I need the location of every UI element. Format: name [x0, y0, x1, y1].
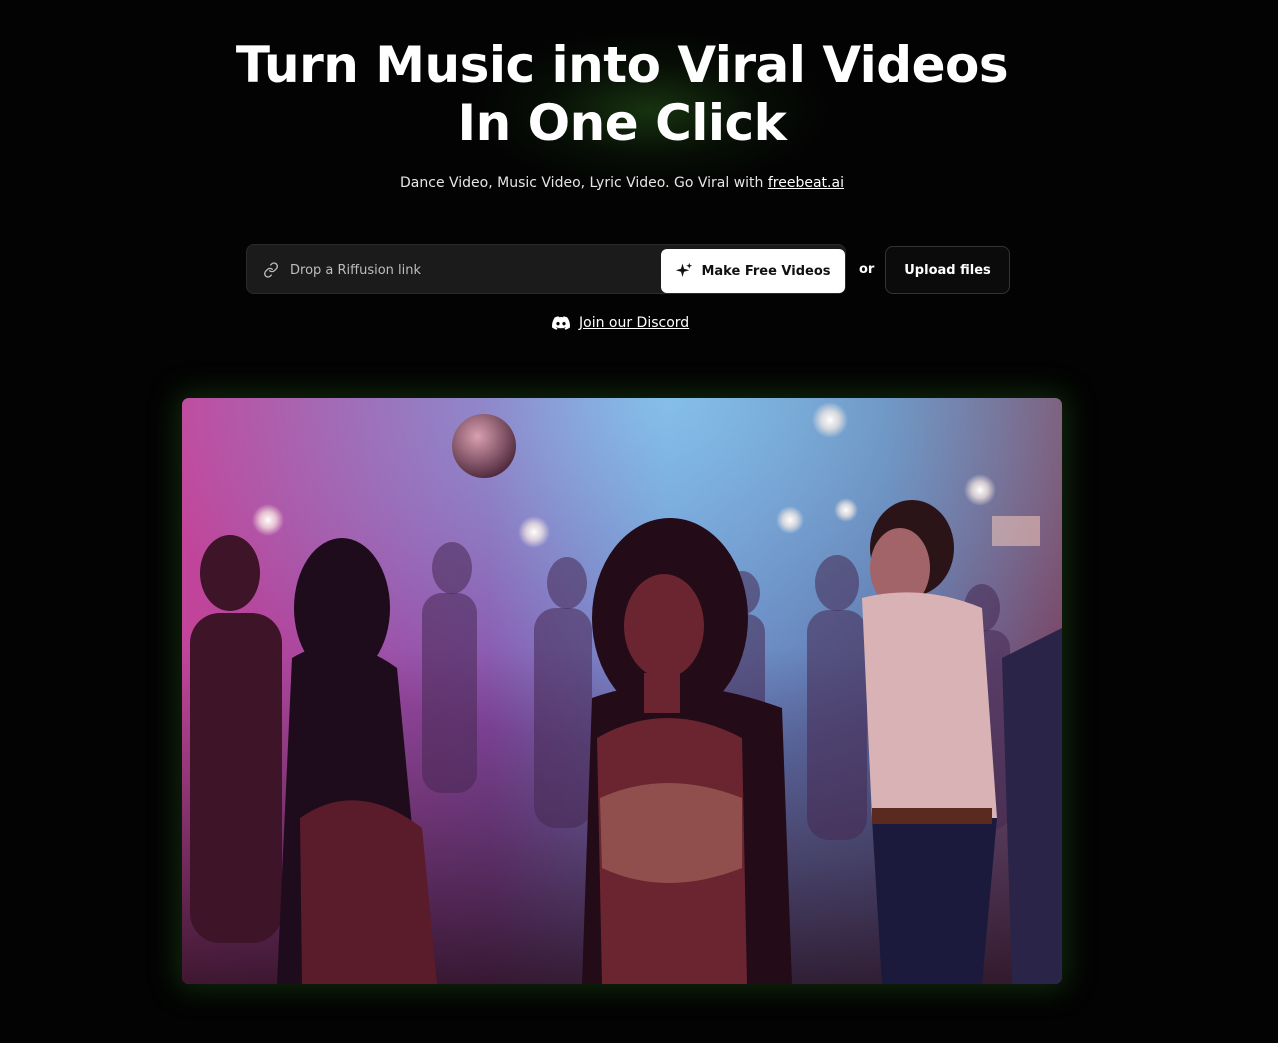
- discord-link[interactable]: Join our Discord: [552, 315, 689, 331]
- discord-label: Join our Discord: [579, 315, 690, 331]
- link-input-box: Make Free Videos: [246, 244, 846, 294]
- riffusion-link-input[interactable]: [290, 259, 650, 281]
- video-preview[interactable]: [182, 398, 1062, 984]
- discord-icon: [552, 316, 570, 330]
- page-title: Turn Music into Viral Videos In One Clic…: [0, 36, 1244, 152]
- link-icon: [264, 262, 278, 278]
- title-line-2: In One Click: [457, 94, 787, 152]
- sparkle-icon: [676, 262, 693, 277]
- subtitle: Dance Video, Music Video, Lyric Video. G…: [0, 175, 1244, 191]
- make-free-videos-button[interactable]: Make Free Videos: [661, 249, 845, 293]
- subtitle-text: Dance Video, Music Video, Lyric Video. G…: [400, 175, 768, 191]
- upload-files-label: Upload files: [904, 262, 991, 278]
- video-preview-scene: [182, 398, 1062, 984]
- upload-files-button[interactable]: Upload files: [885, 246, 1010, 294]
- title-line-1: Turn Music into Viral Videos: [235, 36, 1009, 94]
- make-free-videos-label: Make Free Videos: [701, 263, 831, 279]
- freebeat-link[interactable]: freebeat.ai: [768, 175, 844, 191]
- landing-page: Turn Music into Viral Videos In One Clic…: [0, 0, 1278, 1043]
- or-separator: or: [859, 262, 875, 277]
